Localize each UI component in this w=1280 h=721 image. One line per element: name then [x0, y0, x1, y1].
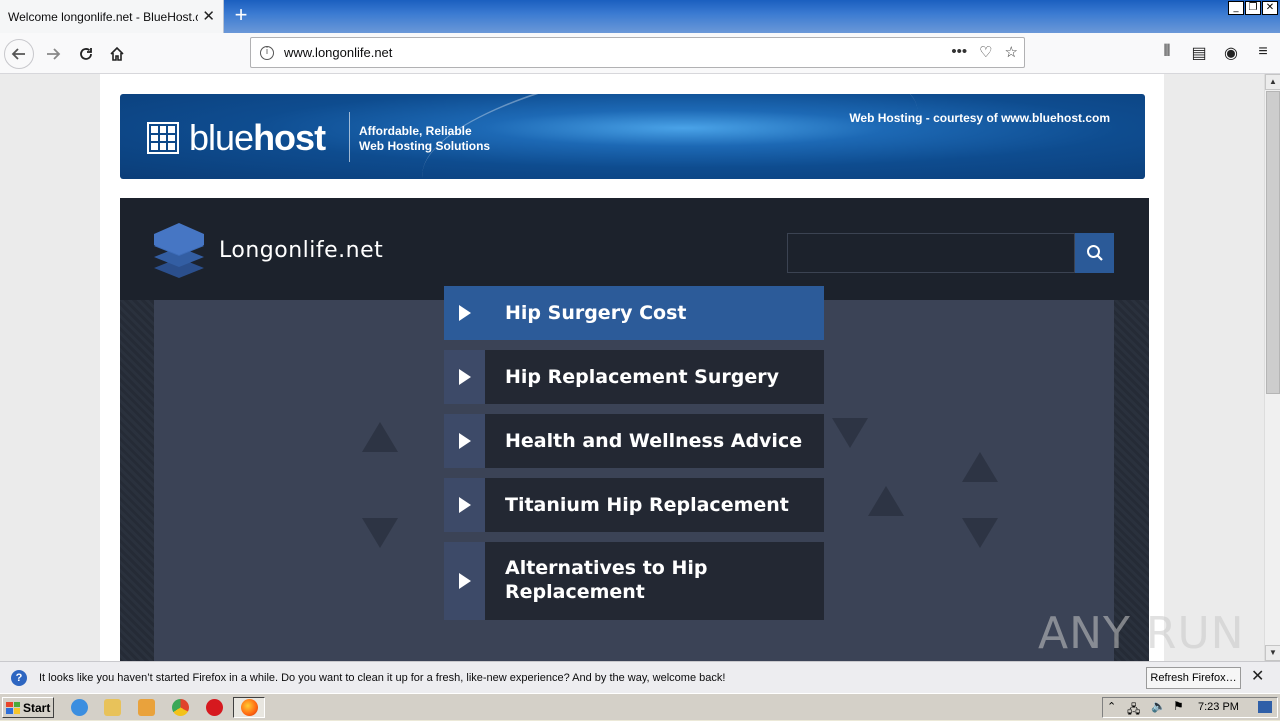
media-player-icon[interactable]	[138, 699, 155, 716]
menu-item-health-wellness-advice[interactable]: Health and Wellness Advice	[444, 414, 824, 468]
banner-courtesy-text: Web Hosting - courtesy of www.bluehost.c…	[849, 111, 1110, 125]
tab-strip: Welcome longonlife.net - BlueHost.com ✕ …	[0, 0, 1280, 33]
bluehost-grid-icon	[147, 122, 179, 154]
toolbar-right: ⫴ ▤ ◉ ≡	[1158, 43, 1272, 63]
start-label: Start	[23, 700, 51, 715]
network-icon[interactable]: 🖧	[1127, 700, 1140, 721]
forward-arrow-icon	[47, 48, 61, 60]
close-window-button[interactable]: ✕	[1262, 1, 1278, 15]
page-content: bluehost Affordable, Reliable Web Hostin…	[100, 74, 1164, 661]
start-button[interactable]: Start	[2, 697, 54, 718]
play-arrow-icon	[444, 286, 485, 340]
bluehost-logo: bluehost	[147, 117, 326, 158]
tab-active[interactable]: Welcome longonlife.net - BlueHost.com ✕	[0, 0, 224, 33]
stack-logo-icon	[154, 223, 204, 278]
site-title[interactable]: Longonlife.net	[219, 238, 383, 263]
banner-divider	[349, 112, 350, 162]
left-pattern	[120, 300, 154, 661]
windows-flag-icon	[6, 701, 20, 714]
bluehost-wordmark: bluehost	[189, 117, 326, 158]
anyrun-watermark: ANY RUN	[1038, 608, 1245, 659]
site-info-icon[interactable]: i	[260, 45, 274, 60]
home-button[interactable]	[102, 39, 132, 69]
menu-item-hip-surgery-cost[interactable]: Hip Surgery Cost	[444, 286, 824, 340]
home-icon	[110, 46, 124, 61]
notification-close-icon[interactable]: ✕	[1251, 669, 1264, 685]
account-icon[interactable]: ◉	[1222, 43, 1240, 63]
firefox-task-button[interactable]	[233, 697, 265, 718]
search-button[interactable]	[1075, 233, 1114, 273]
reload-icon	[80, 48, 92, 60]
reload-button[interactable]	[71, 39, 101, 69]
menu-item-label: Health and Wellness Advice	[485, 414, 824, 468]
back-arrow-icon	[11, 48, 25, 60]
tray-expand-icon[interactable]: ⌃	[1107, 700, 1116, 713]
decor-triangle	[362, 422, 398, 452]
banner-tagline: Affordable, Reliable Web Hosting Solutio…	[359, 124, 491, 153]
firefox-icon	[241, 699, 258, 716]
notification-text: It looks like you haven’t started Firefo…	[39, 671, 726, 684]
decor-triangle	[362, 518, 398, 548]
window-controls: _ ❐ ✕	[1228, 1, 1278, 15]
system-tray: ⌃ 🖧 🔈 ⚑ 7:23 PM	[1102, 697, 1278, 718]
menu-item-alternatives-hip-replacement[interactable]: Alternatives to Hip Replacement	[444, 542, 824, 620]
menu-item-label: Hip Replacement Surgery	[485, 350, 824, 404]
library-icon[interactable]: ⫴	[1158, 43, 1176, 63]
show-desktop-icon[interactable]	[1258, 701, 1272, 713]
tab-title: Welcome longonlife.net - BlueHost.com	[8, 9, 198, 24]
opera-icon[interactable]	[206, 699, 223, 716]
play-arrow-icon	[444, 414, 485, 468]
search-icon	[1086, 245, 1103, 261]
bookmark-star-icon[interactable]: ☆	[1005, 43, 1018, 61]
nav-bar: i www.longonlife.net ••• ♡ ☆ ⫴ ▤ ◉ ≡	[0, 33, 1280, 74]
site-body: Hip Surgery Cost Hip Replacement Surgery…	[154, 286, 1114, 661]
taskbar: Start ⌃ 🖧 🔈 ⚑ 7:23 PM	[0, 693, 1280, 720]
notification-bar: ? It looks like you haven’t started Fire…	[0, 661, 1280, 693]
menu-item-label: Alternatives to Hip Replacement	[485, 542, 824, 620]
folder-icon[interactable]	[104, 699, 121, 716]
page-viewport: bluehost Affordable, Reliable Web Hostin…	[0, 74, 1264, 661]
play-arrow-icon	[444, 542, 485, 620]
refresh-firefox-button[interactable]: Refresh Firefox…	[1146, 667, 1241, 689]
volume-icon[interactable]: 🔈	[1151, 699, 1166, 713]
menu-icon[interactable]: ≡	[1254, 43, 1272, 63]
menu-item-label: Titanium Hip Replacement	[485, 478, 824, 532]
page-actions-icon[interactable]: •••	[951, 43, 967, 61]
play-arrow-icon	[444, 350, 485, 404]
site-container: Longonlife.net Hip Surgery Cost Hip Repl…	[120, 198, 1149, 661]
url-text: www.longonlife.net	[284, 45, 393, 60]
bluehost-banner[interactable]: bluehost Affordable, Reliable Web Hostin…	[120, 94, 1145, 179]
vertical-scrollbar[interactable]: ▲ ▼	[1264, 74, 1280, 661]
scroll-down-button[interactable]: ▼	[1265, 645, 1280, 661]
menu-item-hip-replacement-surgery[interactable]: Hip Replacement Surgery	[444, 350, 824, 404]
decor-triangle	[962, 518, 998, 548]
pocket-icon[interactable]: ♡	[979, 43, 992, 61]
menu-item-titanium-hip-replacement[interactable]: Titanium Hip Replacement	[444, 478, 824, 532]
decor-triangle	[832, 418, 868, 448]
url-actions: ••• ♡ ☆	[951, 43, 1018, 61]
decor-triangle	[868, 486, 904, 516]
play-arrow-icon	[444, 478, 485, 532]
help-icon: ?	[11, 669, 27, 686]
sidebar-icon[interactable]: ▤	[1190, 43, 1208, 63]
chrome-icon[interactable]	[172, 699, 189, 716]
flag-icon[interactable]: ⚑	[1173, 699, 1184, 713]
menu-item-label: Hip Surgery Cost	[485, 286, 824, 340]
forward-button[interactable]	[38, 39, 68, 69]
search-input[interactable]	[787, 233, 1075, 273]
scroll-thumb[interactable]	[1266, 91, 1280, 394]
back-button[interactable]	[4, 39, 34, 69]
new-tab-button[interactable]: +	[230, 4, 252, 27]
minimize-button[interactable]: _	[1228, 1, 1244, 15]
site-header: Longonlife.net	[120, 198, 1149, 300]
tab-close-icon[interactable]: ✕	[202, 9, 215, 24]
clock[interactable]: 7:23 PM	[1198, 701, 1239, 713]
decor-triangle	[962, 452, 998, 482]
restore-button[interactable]: ❐	[1245, 1, 1261, 15]
url-bar[interactable]: i www.longonlife.net ••• ♡ ☆	[250, 37, 1025, 68]
ie-icon[interactable]	[71, 699, 88, 716]
right-pattern	[1114, 300, 1149, 661]
scroll-up-button[interactable]: ▲	[1265, 74, 1280, 90]
